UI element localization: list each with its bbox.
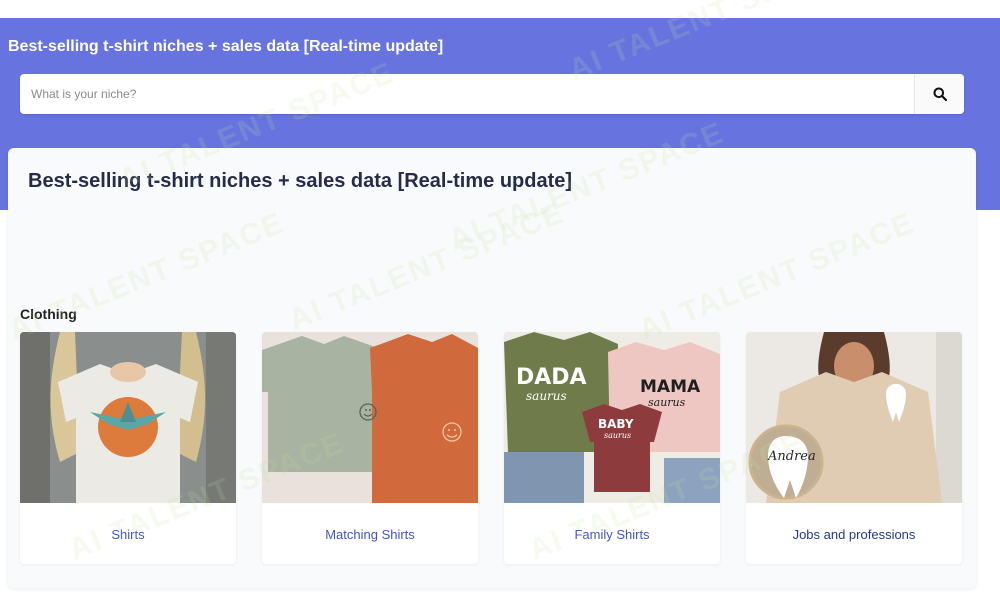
- hero-title: Best-selling t-shirt niches + sales data…: [8, 38, 444, 55]
- andrea-text: Andrea: [767, 449, 816, 464]
- shirts-image: [20, 332, 236, 503]
- dada-sub-text: saurus: [526, 389, 567, 403]
- category-card-shirts[interactable]: Shirts: [20, 332, 236, 564]
- category-card-jobs-and-professions[interactable]: Andrea Jobs and professions: [746, 332, 962, 564]
- baby-sub-text: saurus: [604, 431, 631, 440]
- search-button[interactable]: [914, 74, 964, 114]
- card-label: Jobs and professions: [792, 527, 916, 542]
- category-card-family-shirts[interactable]: DADA saurus MAMA saurus BABY saurus Fami…: [504, 332, 720, 564]
- search-bar: [20, 74, 964, 114]
- search-icon: [933, 87, 947, 101]
- family-shirts-image: DADA saurus MAMA saurus BABY saurus: [504, 332, 720, 503]
- mama-sub-text: saurus: [648, 396, 686, 409]
- dada-text: DADA: [516, 365, 587, 390]
- matching-shirts-image: [262, 332, 478, 503]
- category-card-matching-shirts[interactable]: Matching Shirts: [262, 332, 478, 564]
- card-label: Family Shirts: [574, 527, 650, 542]
- jobs-image: Andrea: [746, 332, 962, 503]
- card-label: Matching Shirts: [325, 527, 415, 542]
- baby-text: BABY: [598, 417, 634, 431]
- content-panel: Best-selling t-shirt niches + sales data…: [8, 148, 976, 588]
- page-title: Best-selling t-shirt niches + sales data…: [28, 170, 573, 192]
- search-input[interactable]: [20, 74, 914, 114]
- mama-text: MAMA: [640, 377, 701, 397]
- card-label: Shirts: [111, 527, 145, 542]
- section-label-clothing: Clothing: [20, 306, 77, 322]
